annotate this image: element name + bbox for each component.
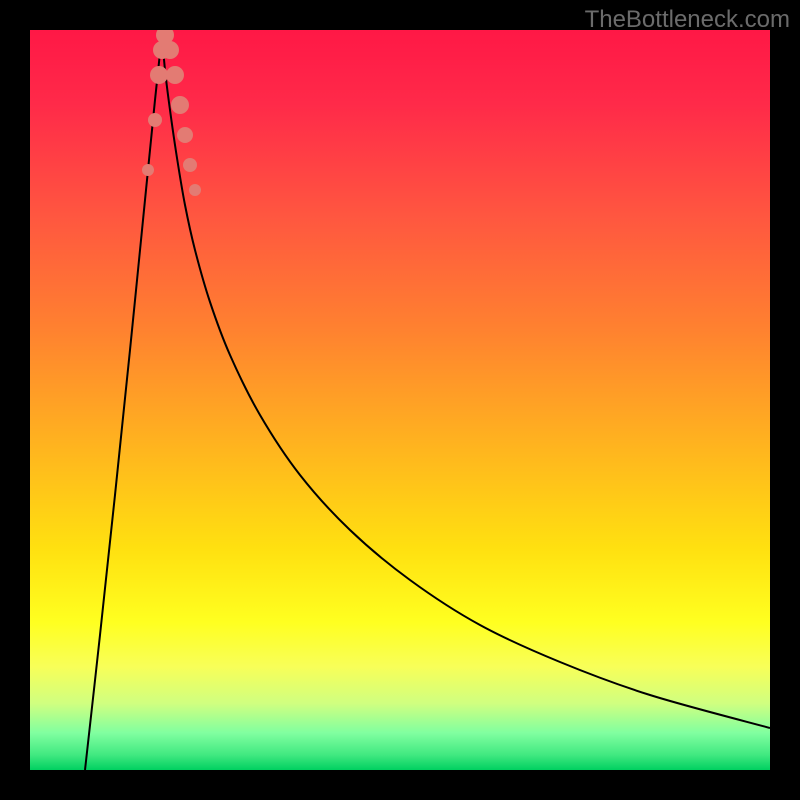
curve-group [85,34,770,770]
data-marker [150,66,168,84]
data-marker [189,184,201,196]
data-marker [171,96,189,114]
data-marker [177,127,193,143]
marker-group [142,30,201,196]
chart-container: TheBottleneck.com [0,0,800,800]
data-marker [148,113,162,127]
data-marker [183,158,197,172]
chart-svg [30,30,770,770]
right-curve [162,34,770,728]
left-curve [85,34,162,770]
data-marker [166,66,184,84]
plot-area [30,30,770,770]
watermark-text: TheBottleneck.com [585,6,790,34]
data-marker [142,164,154,176]
data-marker [161,41,179,59]
